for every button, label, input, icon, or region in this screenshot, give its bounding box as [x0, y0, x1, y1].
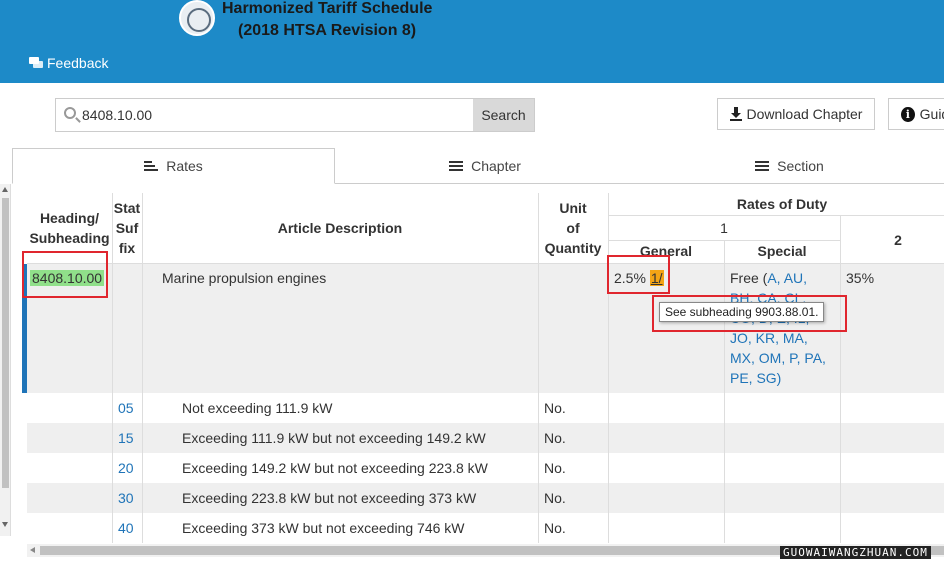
search-bar: Search [55, 98, 535, 132]
tab-rates[interactable]: Rates [12, 148, 335, 184]
sub-description: Exceeding 223.8 kW but not exceeding 373… [182, 490, 477, 506]
column2-rate: 35% [846, 270, 875, 286]
app-title: Harmonized Tariff Schedule [222, 0, 433, 17]
header-stat-suffix: Stat Suf fix [113, 200, 141, 256]
sub-description: Exceeding 149.2 kW but not exceeding 223… [182, 460, 488, 476]
header-column-2: 2 [894, 232, 902, 248]
sub-unit: No. [544, 460, 566, 476]
scroll-down-icon[interactable] [2, 522, 8, 527]
list-icon [449, 160, 464, 172]
article-description: Marine propulsion engines [162, 270, 327, 286]
tab-chapter-label: Chapter [471, 158, 521, 174]
info-icon: i [901, 106, 915, 122]
header-rates-of-duty: Rates of Duty [736, 196, 828, 212]
stat-suffix-link[interactable]: 30 [118, 488, 134, 508]
sub-unit: No. [544, 400, 566, 416]
feedback-label: Feedback [47, 55, 109, 71]
tab-chapter[interactable]: Chapter [335, 148, 635, 184]
download-chapter-label: Download Chapter [746, 106, 863, 122]
sub-unit: No. [544, 490, 566, 506]
list-icon [144, 160, 159, 172]
sub-description: Exceeding 373 kW but not exceeding 746 k… [182, 520, 465, 536]
tab-section[interactable]: Section [635, 148, 944, 184]
annotation-box-tooltip [652, 295, 847, 332]
scroll-left-icon[interactable] [30, 547, 35, 553]
header-column-1: 1 [720, 220, 728, 236]
search-input[interactable] [82, 99, 472, 131]
app-subtitle: (2018 HTSA Revision 8) [238, 22, 417, 39]
sub-description: Not exceeding 111.9 kW [182, 400, 333, 416]
view-tabs: Rates Chapter Section [12, 148, 944, 184]
header-special: Special [757, 243, 807, 259]
search-button[interactable]: Search [473, 99, 534, 131]
stat-suffix-link[interactable]: 15 [118, 428, 134, 448]
sub-unit: No. [544, 430, 566, 446]
annotation-box-heading [22, 251, 108, 298]
chat-bubbles-icon [29, 57, 43, 69]
watermark: GUOWAIWANGZHUAN.COM [780, 546, 931, 559]
tab-section-label: Section [777, 158, 824, 174]
government-seal-icon [179, 0, 215, 36]
guide-label: Guide [919, 106, 944, 122]
header-description: Article Description [277, 220, 403, 236]
sub-description: Exceeding 111.9 kW but not exceeding 149… [182, 430, 486, 446]
header-heading: Heading/Subheading [29, 210, 110, 246]
vertical-scrollbar[interactable] [0, 184, 11, 536]
download-chapter-button[interactable]: Download Chapter [717, 98, 875, 130]
search-icon [64, 107, 76, 119]
stat-suffix-link[interactable]: 40 [118, 518, 134, 538]
annotation-box-rate [607, 255, 670, 294]
feedback-link[interactable]: Feedback [29, 55, 108, 71]
header-unit: Unit of Quantity [544, 200, 602, 256]
app-header: Harmonized Tariff Schedule (2018 HTSA Re… [0, 0, 944, 83]
scrollbar-thumb[interactable] [2, 198, 9, 488]
table-row-bg [27, 483, 944, 513]
sub-unit: No. [544, 520, 566, 536]
tab-rates-label: Rates [166, 158, 203, 174]
guide-button[interactable]: i Guide [888, 98, 944, 130]
stat-suffix-link[interactable]: 05 [118, 398, 134, 418]
scroll-up-icon[interactable] [2, 187, 8, 192]
download-icon [729, 107, 742, 121]
list-icon [755, 160, 770, 172]
stat-suffix-link[interactable]: 20 [118, 458, 134, 478]
